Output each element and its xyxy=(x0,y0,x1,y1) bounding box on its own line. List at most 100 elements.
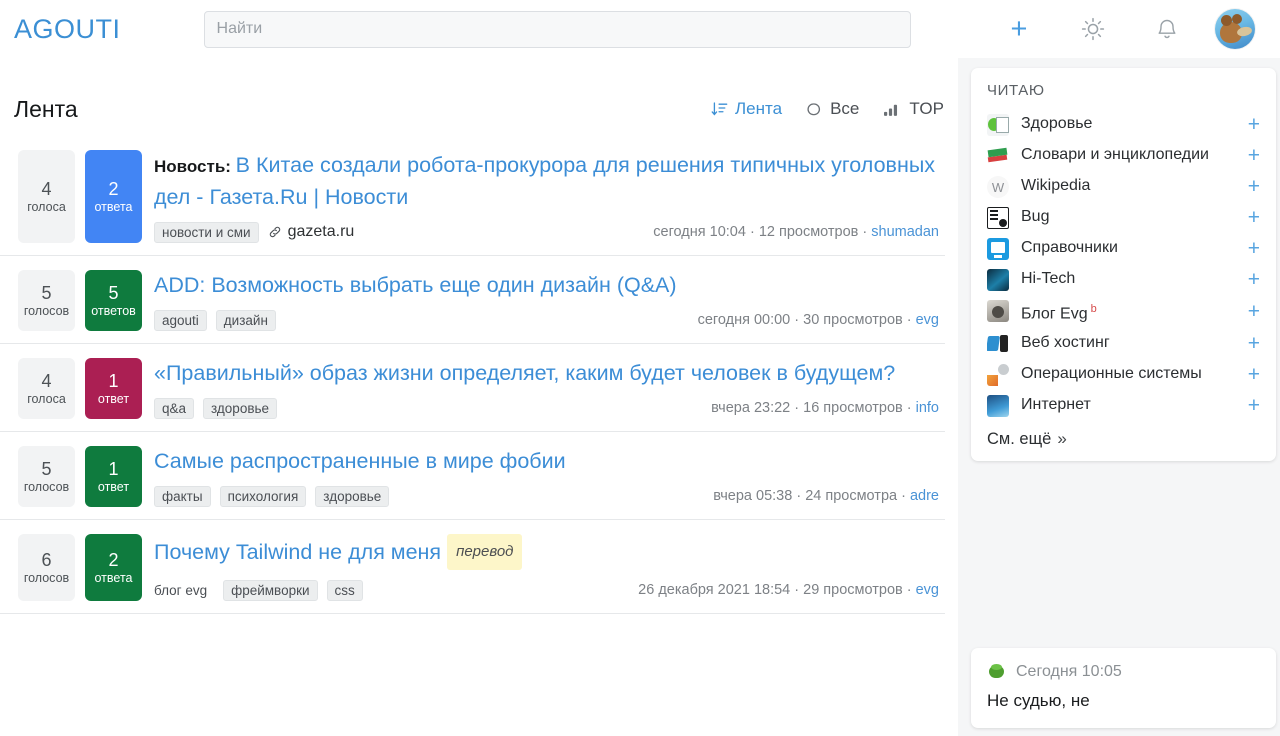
subscription-item[interactable]: Bug + xyxy=(987,202,1260,233)
votes-badge[interactable]: 5 голосов xyxy=(18,270,75,331)
subscription-add-icon[interactable]: + xyxy=(1248,145,1260,166)
subscription-item[interactable]: Словари и энциклопедии + xyxy=(987,140,1260,171)
answers-badge[interactable]: 2 ответа xyxy=(85,150,142,243)
feed-sort-lenta[interactable]: Лента xyxy=(711,99,782,119)
votes-label: голоса xyxy=(27,391,66,406)
subscription-item[interactable]: Hi-Tech + xyxy=(987,264,1260,295)
post-title[interactable]: «Правильный» образ жизни определяет, как… xyxy=(154,358,939,388)
meta-separator-2: · xyxy=(902,400,916,416)
post-source-link[interactable]: gazeta.ru xyxy=(268,223,354,241)
post-tag[interactable]: фреймворки xyxy=(223,579,318,601)
votes-count: 4 xyxy=(41,370,52,391)
answers-count: 2 xyxy=(108,178,119,199)
post-tag[interactable]: блог evg xyxy=(154,581,214,600)
add-button[interactable]: + xyxy=(982,8,1056,50)
comment-text[interactable]: Не судью, не xyxy=(987,689,1260,712)
post-title[interactable]: Новость: В Китае создали робота-прокурор… xyxy=(154,150,939,212)
subscription-add-icon[interactable]: + xyxy=(1248,207,1260,228)
post-time: вчера 23:22 xyxy=(711,400,791,416)
answers-badge[interactable]: 1 ответ xyxy=(85,446,142,507)
feed-sort-lenta-label: Лента xyxy=(735,99,783,118)
votes-badge[interactable]: 6 голосов xyxy=(18,534,75,601)
latest-comment-panel[interactable]: Сегодня 10:05 Не судью, не xyxy=(971,648,1276,728)
post-title-text[interactable]: В Китае создали робота-прокурора для реш… xyxy=(154,153,935,209)
post-meta-right: 26 декабря 2021 18:54 · 29 просмотров · … xyxy=(638,582,939,598)
post-title-text[interactable]: ADD: Возможность выбрать еще один дизайн… xyxy=(154,273,677,297)
subscription-add-icon[interactable]: + xyxy=(1248,395,1260,416)
answers-count: 1 xyxy=(108,458,119,479)
hitech-icon xyxy=(987,269,1009,291)
post-author[interactable]: info xyxy=(916,400,939,416)
post-time: сегодня 00:00 xyxy=(697,312,791,328)
votes-count: 6 xyxy=(41,549,52,570)
post-meta: новости и сми gazeta.ru сегодня 10:04 · 12… xyxy=(154,221,939,243)
post-title[interactable]: Самые распространенные в мире фобии xyxy=(154,446,939,476)
see-more-button[interactable]: См. ещё » xyxy=(987,429,1260,449)
post-meta-right: вчера 05:38 · 24 просмотра · adre xyxy=(713,488,939,504)
subscription-add-icon[interactable]: + xyxy=(1248,114,1260,135)
reading-panel: ЧИТАЮ Здоровье+Словари и энциклопедии+Wi… xyxy=(971,68,1276,462)
post-tag[interactable]: дизайн xyxy=(215,309,276,331)
post-title-text[interactable]: Самые распространенные в мире фобии xyxy=(154,449,566,473)
post-title[interactable]: ADD: Возможность выбрать еще один дизайн… xyxy=(154,270,939,300)
post-views: 12 просмотров xyxy=(758,224,859,240)
subscription-item[interactable]: Операционные системы + xyxy=(987,359,1260,390)
answers-label: ответа xyxy=(94,199,133,214)
meta-separator-2: · xyxy=(902,312,916,328)
post-title[interactable]: Почему Tailwind не для меня перевод xyxy=(154,534,939,570)
post-views: 30 просмотров xyxy=(803,312,903,328)
answers-badge[interactable]: 1 ответ xyxy=(85,358,142,419)
notifications-button[interactable] xyxy=(1130,8,1204,50)
subscription-add-icon[interactable]: + xyxy=(1248,301,1260,322)
post-time: сегодня 10:04 xyxy=(653,224,746,240)
subscription-item[interactable]: Здоровье + xyxy=(987,109,1260,140)
answers-badge[interactable]: 5 ответов xyxy=(85,270,142,331)
post-tag[interactable]: психология xyxy=(219,485,307,507)
votes-badge[interactable]: 5 голосов xyxy=(18,446,75,507)
bug-report-icon xyxy=(987,207,1009,229)
subscription-item[interactable]: Веб хостинг + xyxy=(987,328,1260,359)
search-container xyxy=(203,10,911,48)
post-author[interactable]: evg xyxy=(916,582,939,598)
post-tag[interactable]: agouti xyxy=(154,309,207,331)
post-author[interactable]: adre xyxy=(910,488,939,504)
post-tag[interactable]: css xyxy=(326,579,363,601)
post-tag[interactable]: здоровье xyxy=(203,397,278,419)
subscription-item[interactable]: Интернет + xyxy=(987,390,1260,421)
post-item: 4 голоса 1 ответ «Правильный» образ жизни оп… xyxy=(0,344,945,432)
post-item: 5 голосов 5 ответов ADD: Возможность выбрать… xyxy=(0,256,945,344)
search-input[interactable] xyxy=(203,10,911,48)
subscription-badge: b xyxy=(1090,303,1097,315)
votes-badge[interactable]: 4 голоса xyxy=(18,150,75,243)
answers-badge[interactable]: 2 ответа xyxy=(85,534,142,601)
subscription-label: Операционные системы xyxy=(1021,365,1202,383)
theme-toggle-button[interactable] xyxy=(1056,8,1130,50)
meta-separator: · xyxy=(792,488,806,504)
post-author[interactable]: evg xyxy=(916,312,939,328)
avatar[interactable] xyxy=(1215,9,1255,49)
post-tag[interactable]: новости и сми xyxy=(154,221,259,243)
post-title-text[interactable]: Почему Tailwind не для меня xyxy=(154,540,441,564)
subscription-add-icon[interactable]: + xyxy=(1248,238,1260,259)
answers-label: ответа xyxy=(94,570,133,585)
post-tag[interactable]: факты xyxy=(154,485,211,507)
post-author[interactable]: shumadan xyxy=(871,224,939,240)
profile-button[interactable] xyxy=(1204,8,1266,50)
post-tag[interactable]: q&a xyxy=(154,397,195,419)
post-tag[interactable]: здоровье xyxy=(315,485,390,507)
subscription-item[interactable]: Wikipedia + xyxy=(987,171,1260,202)
subscription-item[interactable]: Справочники + xyxy=(987,233,1260,264)
subscription-item[interactable]: Блог Evg b + xyxy=(987,295,1260,328)
page-title: Лента xyxy=(14,95,78,122)
post-title-text[interactable]: «Правильный» образ жизни определяет, как… xyxy=(154,361,895,385)
subscription-add-icon[interactable]: + xyxy=(1248,176,1260,197)
subscription-add-icon[interactable]: + xyxy=(1248,333,1260,354)
subscription-add-icon[interactable]: + xyxy=(1248,364,1260,385)
votes-badge[interactable]: 4 голоса xyxy=(18,358,75,419)
feed-filter-all[interactable]: Все xyxy=(806,99,859,119)
feed-filter-top[interactable]: TOP xyxy=(883,99,944,119)
blog-icon xyxy=(987,300,1009,322)
site-logo[interactable]: AGOUTI xyxy=(14,14,121,45)
subscription-add-icon[interactable]: + xyxy=(1248,269,1260,290)
meta-separator-2: · xyxy=(858,224,872,240)
